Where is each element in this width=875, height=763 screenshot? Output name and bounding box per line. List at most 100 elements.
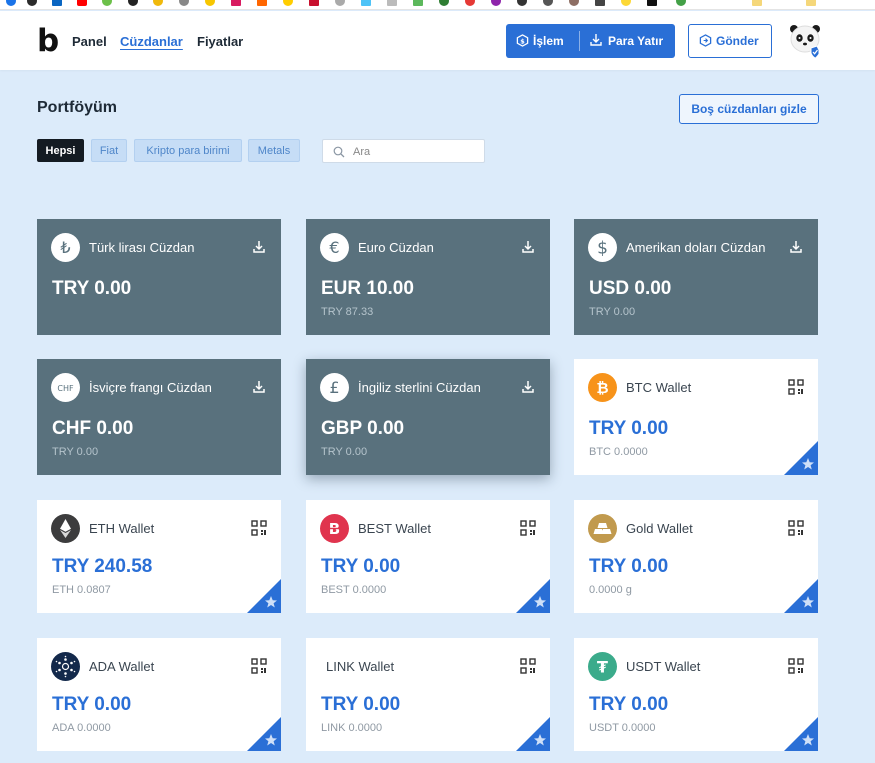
deposit-icon[interactable] [520, 379, 536, 395]
favorite-star-icon[interactable] [247, 717, 281, 751]
bookmark-icon[interactable] [595, 0, 605, 6]
qr-code-icon[interactable] [788, 658, 804, 674]
logo[interactable]: b [37, 24, 59, 58]
wallet-balance: USD 0.00 [589, 278, 672, 299]
deposit-icon[interactable] [520, 239, 536, 255]
bookmark-icon[interactable] [309, 0, 319, 6]
filter-fiat[interactable]: Fiat [91, 139, 127, 162]
wallet-balance: TRY 0.00 [52, 694, 132, 715]
euro-icon: € [320, 233, 349, 262]
send-button[interactable]: Gönder [688, 24, 772, 58]
user-avatar[interactable] [789, 23, 821, 59]
favorite-star-icon[interactable] [784, 441, 818, 475]
bookmark-icon[interactable] [52, 0, 62, 6]
wallet-name: Türk lirası Cüzdan [89, 240, 195, 255]
favorite-star-icon[interactable] [516, 717, 550, 751]
wallet-card-eur[interactable]: € Euro Cüzdan EUR 10.00 TRY 87.33 [306, 219, 550, 335]
bookmark-icon[interactable] [439, 0, 449, 6]
svg-text:$: $ [597, 239, 608, 259]
deposit-icon[interactable] [251, 379, 267, 395]
bookmark-icon[interactable] [465, 0, 475, 6]
folder-icon[interactable] [806, 0, 816, 6]
wallet-crypto-balance: BEST 0.0000 [321, 584, 387, 596]
cardano-icon [51, 652, 80, 681]
qr-code-icon[interactable] [788, 379, 804, 395]
bookmark-icon[interactable] [647, 0, 657, 6]
bookmark-icon[interactable] [77, 0, 87, 6]
send-button-label: Gönder [716, 34, 759, 48]
nav-link-panel[interactable]: Panel [72, 34, 107, 49]
folder-icon[interactable] [752, 0, 762, 6]
wallet-card-eth[interactable]: ETH Wallet TRY 240.58 ETH 0.0807 [37, 500, 281, 613]
nav-link-wallets[interactable]: Cüzdanlar [120, 34, 183, 49]
wallet-name: İngiliz sterlini Cüzdan [358, 380, 481, 395]
wallet-card-best[interactable]: B BEST Wallet TRY 0.00 BEST 0.0000 [306, 500, 550, 613]
pound-icon: £ [320, 373, 349, 402]
deposit-icon[interactable] [251, 239, 267, 255]
bookmark-icon[interactable] [676, 0, 686, 6]
bookmark-icon[interactable] [517, 0, 527, 6]
bookmark-icon[interactable] [6, 0, 16, 6]
wallet-crypto-balance: LINK 0.0000 [321, 722, 383, 734]
bookmark-icon[interactable] [543, 0, 553, 6]
ethereum-icon [51, 514, 80, 543]
bookmark-icon[interactable] [387, 0, 397, 6]
bookmark-icon[interactable] [283, 0, 293, 6]
filter-crypto[interactable]: Kripto para birimi [134, 139, 242, 162]
favorite-star-icon[interactable] [247, 579, 281, 613]
bookmark-icon[interactable] [102, 0, 112, 6]
wallet-name: USDT Wallet [626, 659, 701, 674]
wallet-balance: TRY 0.00 [321, 556, 401, 577]
wallet-balance: TRY 0.00 [589, 694, 669, 715]
wallet-card-ada[interactable]: ADA Wallet TRY 0.00 ADA 0.0000 [37, 638, 281, 751]
wallet-card-usdt[interactable]: ₮ USDT Wallet TRY 0.00 USDT 0.0000 [574, 638, 818, 751]
nav-link-prices[interactable]: Fiyatlar [197, 34, 243, 49]
wallet-card-chf[interactable]: CHF İsviçre frangı Cüzdan CHF 0.00 TRY 0… [37, 359, 281, 475]
deposit-button[interactable]: Para Yatır [589, 24, 663, 58]
bookmark-icon[interactable] [153, 0, 163, 6]
wallet-balance: EUR 10.00 [321, 278, 414, 299]
wallet-card-gold[interactable]: Gold Wallet TRY 0.00 0.0000 g [574, 500, 818, 613]
bookmark-icon[interactable] [621, 0, 631, 6]
primary-action-group: $ İşlem Para Yatır [506, 24, 675, 58]
hide-empty-wallets-button[interactable]: Boş cüzdanları gizle [679, 94, 819, 124]
bookmark-icon[interactable] [361, 0, 371, 6]
bookmark-icon[interactable] [569, 0, 579, 6]
qr-code-icon[interactable] [251, 658, 267, 674]
filter-metals[interactable]: Metals [248, 139, 300, 162]
search-input[interactable] [353, 143, 478, 160]
wallet-card-btc[interactable]: ₿ BTC Wallet TRY 0.00 BTC 0.0000 [574, 359, 818, 475]
wallet-converted-balance: TRY 87.33 [321, 306, 374, 318]
bookmark-icon[interactable] [231, 0, 241, 6]
wallet-name: Amerikan doları Cüzdan [626, 240, 766, 255]
favorite-star-icon[interactable] [516, 579, 550, 613]
bookmark-icon[interactable] [128, 0, 138, 6]
qr-code-icon[interactable] [251, 520, 267, 536]
svg-text:€: € [329, 238, 339, 257]
deposit-icon[interactable] [788, 239, 804, 255]
qr-code-icon[interactable] [520, 658, 536, 674]
lira-icon: ₺ [51, 233, 80, 262]
bookmark-icon[interactable] [257, 0, 267, 6]
wallet-card-try[interactable]: ₺ Türk lirası Cüzdan TRY 0.00 [37, 219, 281, 335]
wallet-card-link[interactable]: LINK Wallet TRY 0.00 LINK 0.0000 [306, 638, 550, 751]
wallet-card-usd[interactable]: $ Amerikan doları Cüzdan USD 0.00 TRY 0.… [574, 219, 818, 335]
gold-bars-icon [588, 514, 617, 543]
bookmark-icon[interactable] [335, 0, 345, 6]
bookmark-icon[interactable] [27, 0, 37, 6]
bookmark-icon[interactable] [413, 0, 423, 6]
wallet-crypto-balance: BTC 0.0000 [589, 446, 648, 458]
trade-button-label: İşlem [533, 34, 564, 48]
bookmark-icon[interactable] [205, 0, 215, 6]
favorite-star-icon[interactable] [784, 579, 818, 613]
favorite-star-icon[interactable] [784, 717, 818, 751]
trade-button[interactable]: $ İşlem [516, 24, 564, 58]
wallet-card-gbp[interactable]: £ İngiliz sterlini Cüzdan GBP 0.00 TRY 0… [306, 359, 550, 475]
qr-code-icon[interactable] [788, 520, 804, 536]
qr-code-icon[interactable] [520, 520, 536, 536]
filter-all[interactable]: Hepsi [37, 139, 84, 162]
wallet-balance: TRY 0.00 [52, 278, 132, 299]
wallet-converted-balance: TRY 0.00 [321, 446, 368, 458]
bookmark-icon[interactable] [179, 0, 189, 6]
bookmark-icon[interactable] [491, 0, 501, 6]
